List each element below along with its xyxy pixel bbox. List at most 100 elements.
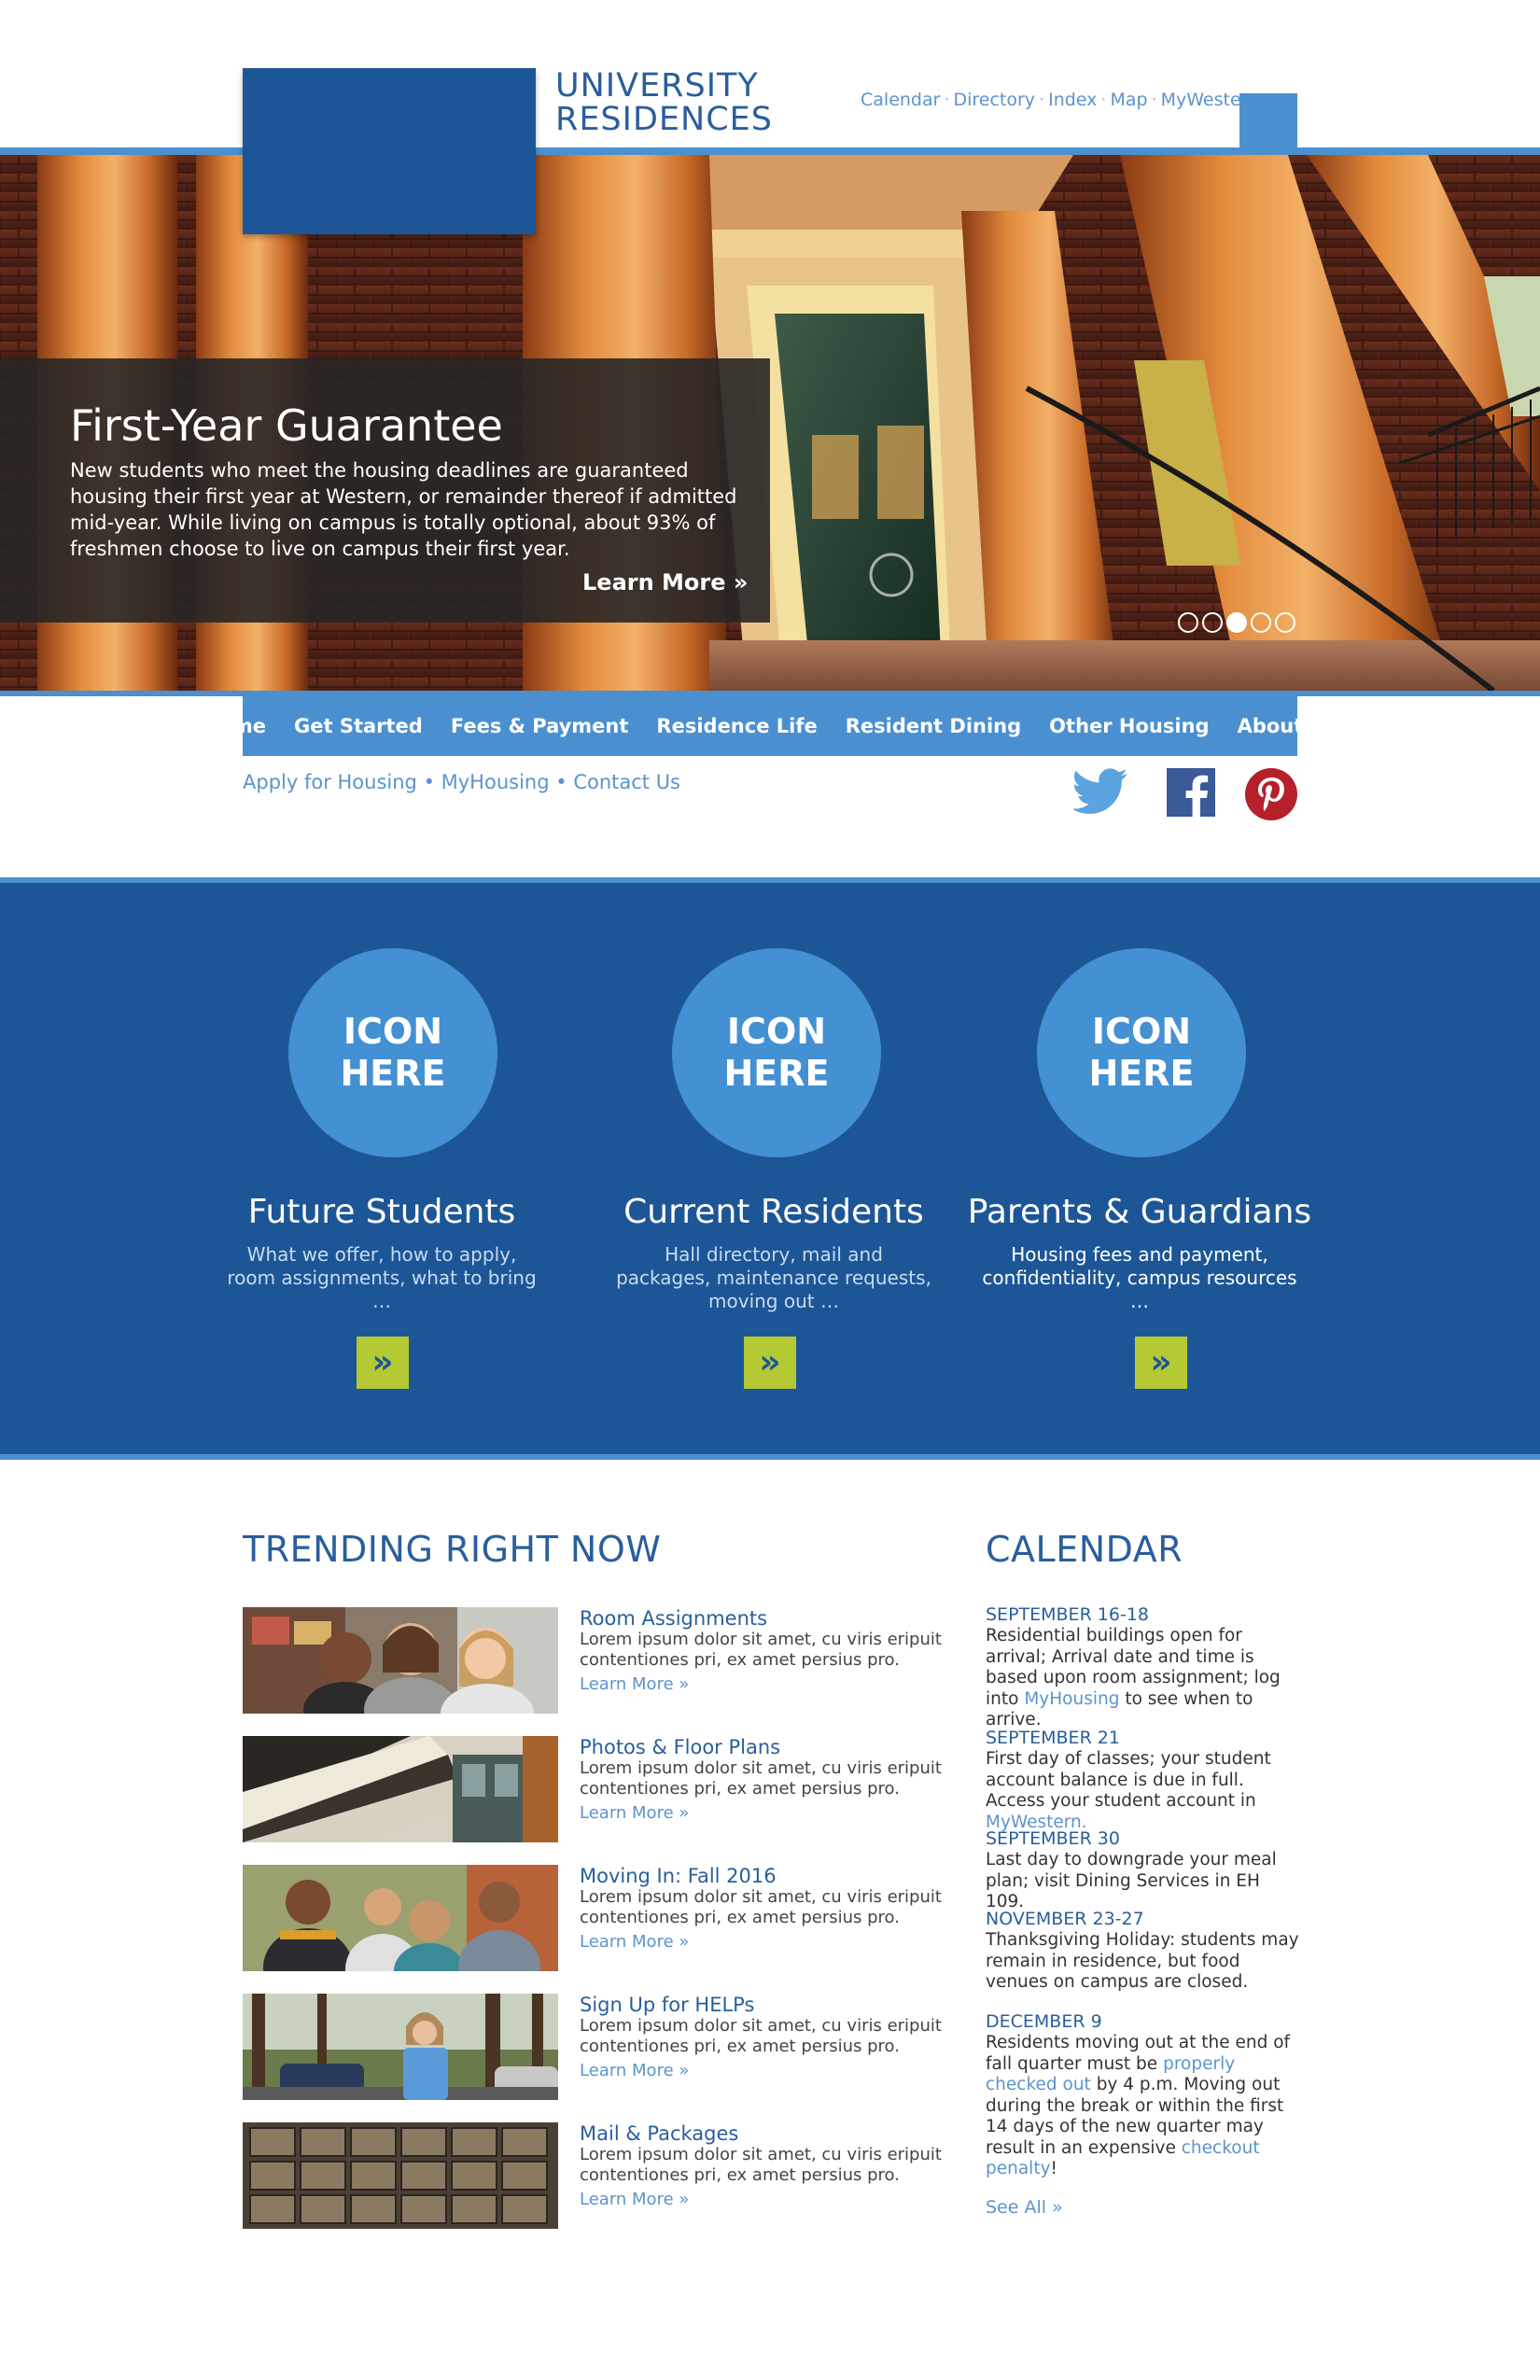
quick-link-apply[interactable]: Apply for Housing xyxy=(243,771,417,793)
trending-text: Lorem ipsum dolor sit amet, cu viris eri… xyxy=(580,1630,942,1670)
audience-arrow-button[interactable]: » xyxy=(357,1337,409,1389)
utility-nav: Calendar · Directory · Index · Map · MyWestern xyxy=(861,90,1259,110)
nav-fees-payment[interactable]: Fees & Payment xyxy=(437,715,643,737)
audience-desc: Hall directory, mail and packages, maint… xyxy=(616,1243,931,1312)
calendar-link-myhousing[interactable]: MyHousing xyxy=(1024,1689,1119,1709)
calendar-text: First day of classes; your student accou… xyxy=(986,1749,1303,1833)
site-title[interactable]: UNIVERSITY RESIDENCES xyxy=(555,69,773,136)
quick-links: Apply for Housing • MyHousing • Contact … xyxy=(243,771,680,793)
calendar-text: Residents moving out at the end of fall … xyxy=(986,2033,1303,2180)
trending-title[interactable]: Room Assignments xyxy=(580,1607,767,1630)
twitter-icon[interactable] xyxy=(1073,768,1129,815)
trending-title[interactable]: Photos & Floor Plans xyxy=(580,1736,780,1758)
calendar-date: SEPTEMBER 21 xyxy=(986,1728,1120,1748)
trending-title[interactable]: Mail & Packages xyxy=(580,2122,738,2145)
audience-arrow-button[interactable]: » xyxy=(744,1337,796,1389)
carousel-dot[interactable] xyxy=(1275,612,1295,633)
nav-other-housing[interactable]: Other Housing xyxy=(1035,715,1223,737)
calendar-text-part: ! xyxy=(1050,2159,1057,2178)
nav-about-us[interactable]: About Us xyxy=(1224,715,1352,737)
separator: · xyxy=(1100,90,1107,110)
site-title-line2: RESIDENCES xyxy=(555,101,773,138)
bullet-separator: • xyxy=(555,771,574,793)
logo-placeholder[interactable] xyxy=(243,68,536,234)
separator: · xyxy=(1039,90,1045,110)
main-nav: Home Get Started Fees & Payment Residenc… xyxy=(203,696,1337,756)
audience-icon-placeholder: ICON HERE xyxy=(1037,948,1246,1157)
trending-text: Lorem ipsum dolor sit amet, cu viris eri… xyxy=(580,2145,942,2185)
trending-thumbnail[interactable] xyxy=(243,1607,558,1714)
trending-text: Lorem ipsum dolor sit amet, cu viris eri… xyxy=(580,2016,942,2056)
hero-carousel: First-Year Guarantee New students who me… xyxy=(0,155,1540,691)
trending-item: Moving In: Fall 2016 Lorem ipsum dolor s… xyxy=(243,1865,942,1971)
band-divider xyxy=(0,1454,1540,1460)
trending-title[interactable]: Sign Up for HELPs xyxy=(580,1994,754,2016)
calendar-date: SEPTEMBER 16-18 xyxy=(986,1604,1150,1625)
trending-learn-more-link[interactable]: Learn More » xyxy=(580,1932,689,1952)
calendar-text: Thanksgiving Holiday: students may remai… xyxy=(986,1930,1299,1992)
calendar-see-all-link[interactable]: See All » xyxy=(986,2197,1063,2218)
trending-learn-more-link[interactable]: Learn More » xyxy=(580,1803,689,1823)
hero-title: First-Year Guarantee xyxy=(70,400,503,451)
utility-link-directory[interactable]: Directory xyxy=(953,90,1035,110)
facebook-icon[interactable] xyxy=(1167,768,1215,817)
icon-placeholder-text: ICON HERE xyxy=(723,1011,830,1094)
utility-link-index[interactable]: Index xyxy=(1048,90,1097,110)
calendar-entry: SEPTEMBER 21 First day of classes; your … xyxy=(986,1727,1303,1833)
carousel-dots xyxy=(1178,612,1295,633)
trending-title[interactable]: Moving In: Fall 2016 xyxy=(580,1865,777,1887)
trending-learn-more-link[interactable]: Learn More » xyxy=(580,2190,689,2209)
audience-title-parents-guardians[interactable]: Parents & Guardians xyxy=(944,1193,1336,1231)
trending-heading: TRENDING RIGHT NOW xyxy=(243,1529,662,1570)
calendar-entry: SEPTEMBER 16-18 Residential buildings op… xyxy=(986,1603,1303,1731)
calendar-text-part: Residents moving out at the end of fall … xyxy=(986,2033,1291,2074)
hero-learn-more-link[interactable]: Learn More » xyxy=(582,569,748,595)
nav-resident-dining[interactable]: Resident Dining xyxy=(832,715,1035,737)
calendar-text: Last day to downgrade your meal plan; vi… xyxy=(986,1850,1277,1911)
calendar-date: SEPTEMBER 30 xyxy=(986,1828,1120,1849)
carousel-dot[interactable] xyxy=(1202,612,1223,633)
calendar-entry: SEPTEMBER 30 Last day to downgrade your … xyxy=(986,1827,1303,1913)
mailboxes-photo xyxy=(243,2122,558,2229)
audience-band: ICON HERE Future Students What we offer,… xyxy=(0,883,1540,1454)
audience-title-current-residents[interactable]: Current Residents xyxy=(578,1193,970,1231)
separator: · xyxy=(1151,90,1157,110)
site-title-line1: UNIVERSITY xyxy=(555,67,759,105)
calendar-entry: NOVEMBER 23-27 Thanksgiving Holiday: stu… xyxy=(986,1908,1303,1994)
audience-desc: What we offer, how to apply, room assign… xyxy=(227,1243,537,1312)
utility-link-map[interactable]: Map xyxy=(1110,90,1147,110)
calendar-entry: DECEMBER 9 Residents moving out at the e… xyxy=(986,2010,1303,2180)
family-photo xyxy=(243,1865,558,1971)
carousel-dot[interactable] xyxy=(1251,612,1271,633)
trending-item: Photos & Floor Plans Lorem ipsum dolor s… xyxy=(243,1736,942,1842)
audience-icon-placeholder: ICON HERE xyxy=(672,948,881,1157)
trending-item: Sign Up for HELPs Lorem ipsum dolor sit … xyxy=(243,1994,942,2100)
helps-volunteer-photo xyxy=(243,1994,558,2100)
header-divider xyxy=(0,147,1540,155)
trending-thumbnail[interactable] xyxy=(243,2122,558,2229)
hero-text: New students who meet the housing deadli… xyxy=(70,459,737,560)
utility-link-calendar[interactable]: Calendar xyxy=(861,90,940,110)
carousel-dot[interactable] xyxy=(1178,612,1198,633)
students-photo xyxy=(243,1607,558,1714)
quick-link-contact[interactable]: Contact Us xyxy=(573,771,680,793)
trending-text: Lorem ipsum dolor sit amet, cu viris eri… xyxy=(580,1887,942,1927)
building-photo xyxy=(243,1736,558,1842)
pinterest-icon[interactable] xyxy=(1245,768,1297,820)
trending-thumbnail[interactable] xyxy=(243,1865,558,1971)
icon-placeholder-text: ICON HERE xyxy=(340,1011,446,1094)
trending-learn-more-link[interactable]: Learn More » xyxy=(580,1674,689,1694)
carousel-dot-active[interactable] xyxy=(1226,612,1247,633)
nav-get-started[interactable]: Get Started xyxy=(280,715,437,737)
audience-desc: Housing fees and payment, confidentialit… xyxy=(982,1243,1297,1312)
audience-arrow-button[interactable]: » xyxy=(1135,1337,1187,1389)
trending-thumbnail[interactable] xyxy=(243,1736,558,1842)
trending-learn-more-link[interactable]: Learn More » xyxy=(580,2061,689,2080)
search-button[interactable] xyxy=(1239,93,1297,151)
quick-link-myhousing[interactable]: MyHousing xyxy=(441,771,550,793)
audience-icon-placeholder: ICON HERE xyxy=(288,948,497,1157)
nav-residence-life[interactable]: Residence Life xyxy=(642,715,831,737)
audience-title-future-students[interactable]: Future Students xyxy=(186,1193,578,1231)
trending-thumbnail[interactable] xyxy=(243,1994,558,2100)
nav-home[interactable]: Home xyxy=(189,715,280,737)
